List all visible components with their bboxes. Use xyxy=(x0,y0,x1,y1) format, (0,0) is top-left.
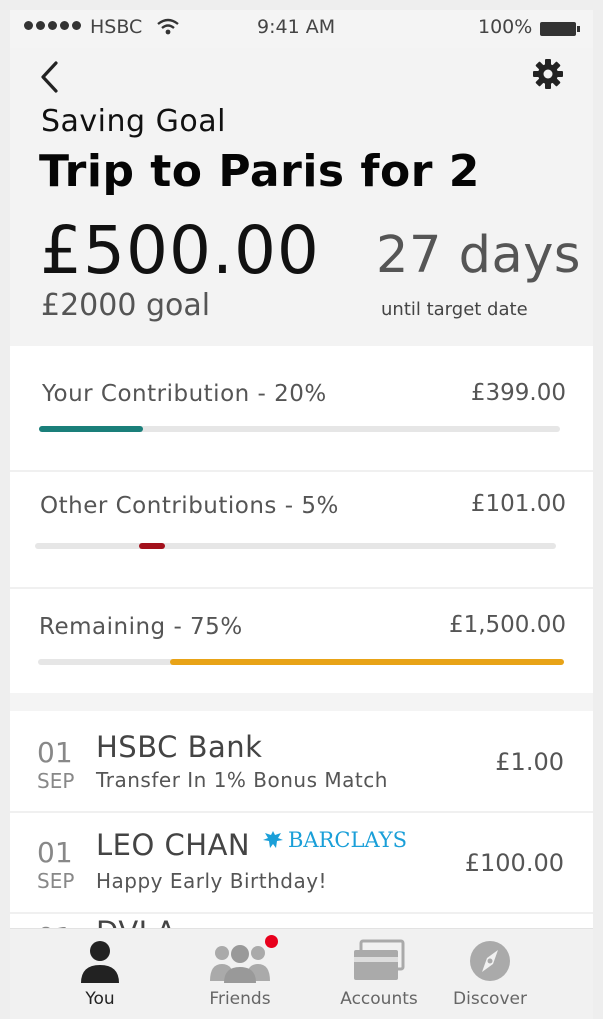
tab-discover[interactable]: Discover xyxy=(435,929,545,1019)
eagle-icon xyxy=(263,831,283,848)
tab-you[interactable]: You xyxy=(45,929,155,1019)
contribution-label: Your Contribution - 20% xyxy=(42,381,327,407)
contribution-value: £1,500.00 xyxy=(448,612,566,638)
goal-amount: £2000 goal xyxy=(41,288,211,323)
tab-friends[interactable]: Friends xyxy=(185,929,295,1019)
days-remaining: 27 days xyxy=(376,226,581,285)
contribution-label: Remaining - 75% xyxy=(39,614,243,640)
battery-icon xyxy=(540,22,580,36)
contribution-progress-fill xyxy=(39,426,144,432)
contribution-value: £101.00 xyxy=(470,491,566,517)
divider xyxy=(10,470,593,472)
bottom-tab-bar: You Friends Accounts Discover xyxy=(10,928,593,1019)
transaction-month: SEP xyxy=(37,869,75,893)
person-icon xyxy=(81,941,119,983)
signal-icon xyxy=(24,21,81,30)
people-icon xyxy=(210,945,270,983)
battery-percent: 100% xyxy=(478,16,533,38)
contribution-progress-fill xyxy=(139,543,166,549)
card-icon xyxy=(354,939,405,980)
contribution-label: Other Contributions - 5% xyxy=(40,493,339,519)
contribution-value: £399.00 xyxy=(470,380,566,406)
status-bar: HSBC 9:41 AM 100% xyxy=(10,10,593,48)
contribution-progress-track xyxy=(35,543,556,549)
tab-label: Discover xyxy=(453,989,527,1009)
tab-label: You xyxy=(85,989,115,1009)
settings-gear-icon[interactable] xyxy=(532,58,564,90)
transaction-amount: £1.00 xyxy=(495,748,564,776)
page-subtitle: Saving Goal xyxy=(41,104,226,139)
back-arrow-icon[interactable] xyxy=(38,60,60,94)
transaction-row[interactable]: 01 SEP LEO CHAN Happy Early Birthday! £1… xyxy=(10,812,593,912)
transaction-row[interactable]: 01 SEP HSBC Bank Transfer In 1% Bonus Ma… xyxy=(10,711,593,811)
tab-label: Friends xyxy=(209,989,271,1009)
compass-icon xyxy=(470,941,510,981)
transaction-day: 01 xyxy=(37,836,73,869)
transaction-memo: Happy Early Birthday! xyxy=(96,869,328,893)
contribution-progress-track xyxy=(38,659,564,665)
contribution-progress-track xyxy=(39,426,560,432)
contributions-card: Your Contribution - 20% £399.00 Other Co… xyxy=(10,346,593,693)
tab-accounts[interactable]: Accounts xyxy=(324,929,434,1019)
transaction-day: 01 xyxy=(37,736,73,769)
barclays-logo: BARCLAYS xyxy=(262,828,407,852)
barclays-wordmark: BARCLAYS xyxy=(288,828,407,852)
transaction-name: LEO CHAN xyxy=(96,828,251,862)
transaction-amount: £100.00 xyxy=(464,849,564,877)
notification-badge xyxy=(265,935,278,948)
divider xyxy=(10,587,593,589)
wifi-icon xyxy=(157,18,179,35)
status-time: 9:41 AM xyxy=(257,16,336,38)
days-caption: until target date xyxy=(381,299,528,320)
saved-amount: £500.00 xyxy=(40,212,320,289)
transaction-memo: Transfer In 1% Bonus Match xyxy=(96,768,388,792)
carrier-name: HSBC xyxy=(90,16,143,38)
transaction-month: SEP xyxy=(37,769,75,793)
app-screen: HSBC 9:41 AM 100% Saving Goal Trip to Pa… xyxy=(10,10,593,1019)
goal-title: Trip to Paris for 2 xyxy=(39,146,480,197)
tab-label: Accounts xyxy=(340,989,418,1009)
transaction-name: HSBC Bank xyxy=(96,730,263,764)
contribution-progress-fill xyxy=(169,659,564,665)
